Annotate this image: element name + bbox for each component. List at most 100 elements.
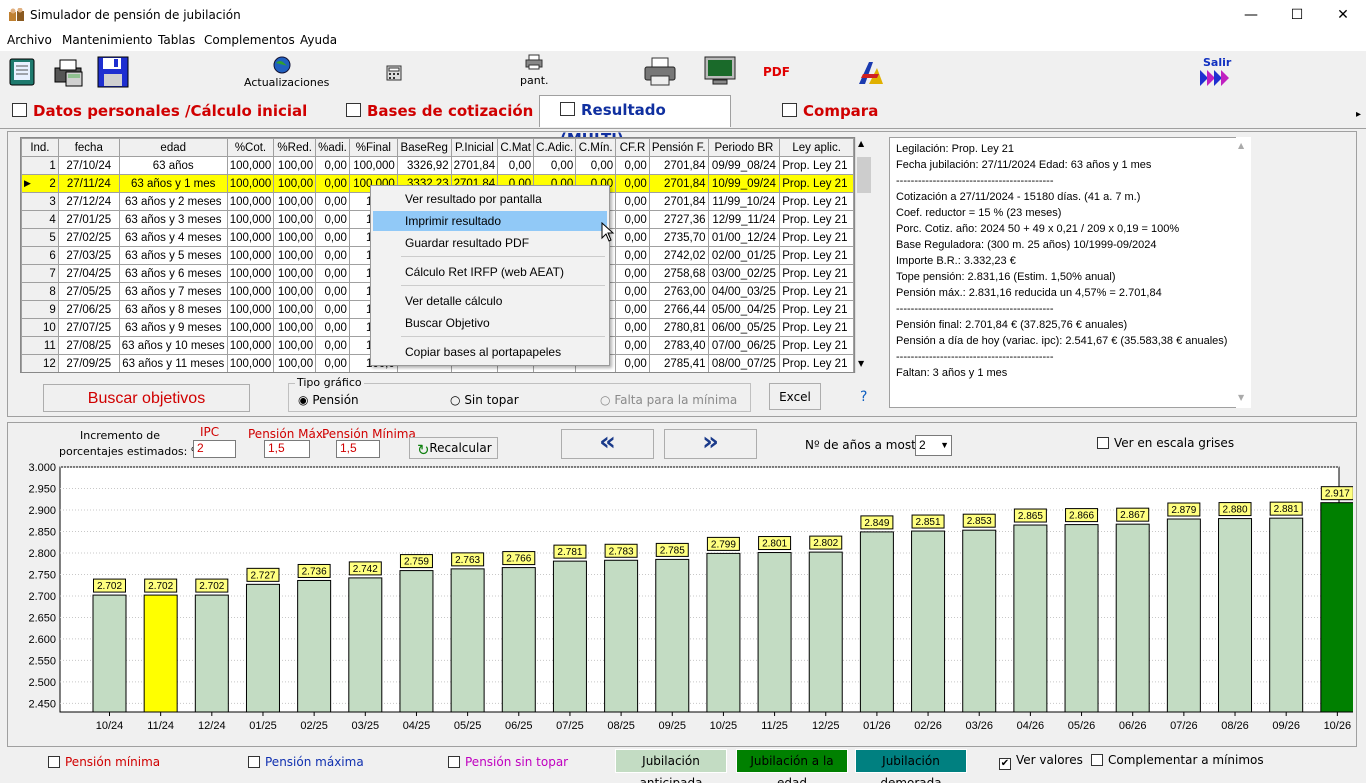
table-cell[interactable]: 0,00 <box>315 264 350 283</box>
table-cell[interactable]: 27/01/25 <box>57 210 120 229</box>
table-cell[interactable]: 12 <box>21 354 59 372</box>
table-cell[interactable]: 0,00 <box>315 318 350 337</box>
table-cell[interactable]: ▶ 2 <box>21 174 59 193</box>
table-cell[interactable]: 0,00 <box>315 156 350 175</box>
table-cell[interactable]: 11 <box>21 336 59 355</box>
next-button[interactable]: » <box>664 429 757 459</box>
scroll-down-arrow[interactable]: ▼ <box>858 359 864 368</box>
table-cell[interactable]: 100,00 <box>273 174 317 193</box>
column-header[interactable]: C.Adic. <box>533 138 577 157</box>
menu-ayuda[interactable]: Ayuda <box>300 33 337 47</box>
table-cell[interactable]: 63 años y 5 meses <box>118 246 228 265</box>
tab-resultado[interactable]: Resultado (MULTI) <box>539 95 731 148</box>
tab-scroll-arrow[interactable]: ▸ <box>1356 109 1361 120</box>
table-cell[interactable]: Prop. Ley 21 <box>779 246 854 265</box>
minimize-button[interactable]: — <box>1228 0 1274 31</box>
table-cell[interactable]: 2780,81 <box>648 318 709 337</box>
table-cell[interactable]: 100,000 <box>226 246 275 265</box>
tab-bases-cotizacion[interactable]: Bases de cotización <box>346 97 536 126</box>
pension-sin-topar-checkbox[interactable]: Pensión sin topar <box>448 755 568 769</box>
monitor-icon[interactable] <box>703 55 737 87</box>
column-header[interactable]: CF.R <box>615 138 650 157</box>
table-cell[interactable]: 63 años y 11 meses <box>118 354 228 372</box>
table-cell[interactable]: 63 años y 10 meses <box>118 336 228 355</box>
table-cell[interactable]: 63 años y 6 meses <box>118 264 228 283</box>
table-cell[interactable]: 100,000 <box>348 156 398 175</box>
table-cell[interactable]: 10 <box>21 318 59 337</box>
exit-label[interactable]: Salir <box>1203 56 1231 69</box>
column-header[interactable]: Pensión F. <box>648 138 709 157</box>
table-cell[interactable]: 100,00 <box>273 192 317 211</box>
maximize-button[interactable]: ☐ <box>1274 0 1320 31</box>
column-header[interactable]: %Red. <box>273 138 317 157</box>
table-cell[interactable]: 6 <box>21 246 59 265</box>
context-menu-item[interactable]: Ver resultado por pantalla <box>373 189 607 209</box>
table-cell[interactable]: 0,00 <box>615 210 650 229</box>
table-cell[interactable]: 27/06/25 <box>57 300 120 319</box>
table-cell[interactable]: 12/99_11/24 <box>707 210 781 229</box>
column-header[interactable]: Ind. <box>21 138 59 157</box>
table-cell[interactable]: 100,00 <box>273 336 317 355</box>
table-cell[interactable]: 0,00 <box>315 246 350 265</box>
table-cell[interactable]: 0,00 <box>615 300 650 319</box>
table-cell[interactable]: 100,00 <box>273 156 317 175</box>
table-cell[interactable]: 27/10/24 <box>57 156 120 175</box>
table-cell[interactable]: 0,00 <box>615 156 650 175</box>
table-cell[interactable]: 63 años y 4 meses <box>118 228 228 247</box>
context-menu-item[interactable]: Ver detalle cálculo <box>373 291 607 311</box>
table-cell[interactable]: 0,00 <box>315 228 350 247</box>
table-cell[interactable]: 100,00 <box>273 282 317 301</box>
pension-min-input[interactable]: 1,5 <box>336 440 380 458</box>
table-cell[interactable]: 9 <box>21 300 59 319</box>
table-cell[interactable]: 0,00 <box>615 192 650 211</box>
table-cell[interactable]: Prop. Ley 21 <box>779 354 854 372</box>
table-cell[interactable]: 01/00_12/24 <box>707 228 781 247</box>
printer-calc-icon[interactable] <box>52 56 86 88</box>
ver-valores-checkbox[interactable]: ✔ Ver valores <box>999 753 1083 770</box>
table-cell[interactable]: 06/00_05/25 <box>707 318 781 337</box>
table-cell[interactable]: 2701,84 <box>648 192 709 211</box>
table-cell[interactable]: 2758,68 <box>648 264 709 283</box>
table-cell[interactable]: 27/09/25 <box>57 354 120 372</box>
table-cell[interactable]: 0,00 <box>615 336 650 355</box>
context-menu-item[interactable]: Guardar resultado PDF <box>373 233 607 253</box>
context-menu-item[interactable]: Imprimir resultado <box>373 211 607 231</box>
table-cell[interactable]: 0,00 <box>315 192 350 211</box>
table-cell[interactable]: 09/99_08/24 <box>707 156 781 175</box>
pdf-button[interactable]: PDF <box>763 65 790 79</box>
table-cell[interactable]: 7 <box>21 264 59 283</box>
table-cell[interactable]: 63 años y 8 meses <box>118 300 228 319</box>
table-cell[interactable]: 0,00 <box>315 354 350 372</box>
calculator-icon[interactable] <box>386 65 402 81</box>
scroll-up-arrow[interactable]: ▲ <box>858 139 864 148</box>
table-cell[interactable]: Prop. Ley 21 <box>779 210 854 229</box>
column-header[interactable]: C.Mín. <box>575 138 617 157</box>
table-cell[interactable]: 63 años <box>118 156 228 175</box>
table-cell[interactable]: 0,00 <box>315 210 350 229</box>
column-header[interactable]: P.Inicial <box>450 138 499 157</box>
table-cell[interactable]: 0,00 <box>615 228 650 247</box>
table-cell[interactable]: 100,000 <box>226 228 275 247</box>
column-header[interactable]: Periodo BR <box>707 138 781 157</box>
table-cell[interactable]: 63 años y 9 meses <box>118 318 228 337</box>
table-cell[interactable]: 3326,92 <box>396 156 452 175</box>
table-cell[interactable]: 100,00 <box>273 264 317 283</box>
table-cell[interactable]: 63 años y 3 meses <box>118 210 228 229</box>
table-cell[interactable]: 63 años y 7 meses <box>118 282 228 301</box>
table-cell[interactable]: 27/11/24 <box>57 174 120 193</box>
table-cell[interactable]: Prop. Ley 21 <box>779 282 854 301</box>
table-cell[interactable]: 27/12/24 <box>57 192 120 211</box>
table-cell[interactable]: Prop. Ley 21 <box>779 192 854 211</box>
menu-tablas[interactable]: Tablas <box>158 33 195 47</box>
context-menu-item[interactable]: Copiar bases al portapapeles <box>373 342 607 362</box>
table-cell[interactable]: 2783,40 <box>648 336 709 355</box>
column-header[interactable]: C.Mat <box>497 138 535 157</box>
table-cell[interactable]: 63 años y 1 mes <box>118 174 228 193</box>
info-scrollbar[interactable]: ▲ ▼ <box>1236 137 1251 408</box>
menu-archivo[interactable]: Archivo <box>7 33 52 47</box>
table-cell[interactable]: 5 <box>21 228 59 247</box>
table-cell[interactable]: 2742,02 <box>648 246 709 265</box>
table-cell[interactable]: 0,00 <box>615 282 650 301</box>
ipc-input[interactable]: 2 <box>193 440 236 458</box>
table-cell[interactable]: 0,00 <box>497 156 535 175</box>
